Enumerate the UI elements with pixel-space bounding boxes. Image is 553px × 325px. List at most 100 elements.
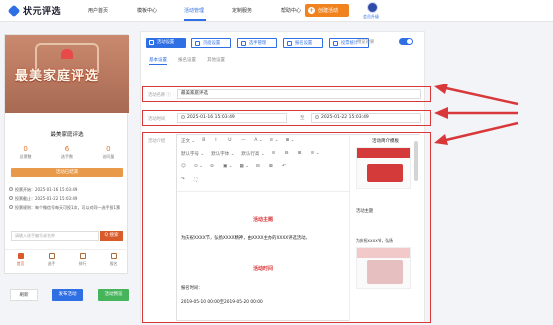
plus-icon: + bbox=[308, 7, 315, 14]
avatar[interactable] bbox=[367, 2, 378, 13]
emphasis-button[interactable]: ⊙ ⌄ bbox=[194, 164, 203, 169]
strikethrough-button[interactable]: — bbox=[241, 138, 247, 144]
clock-icon bbox=[9, 187, 13, 192]
stat-number: 6 bbox=[64, 145, 70, 153]
top-nav: 状元评选 用户首页 模板中心 活动管理 定制服务 帮助中心 + 创建活动 会员升… bbox=[0, 0, 553, 22]
emoji-button[interactable]: ☺ bbox=[181, 164, 187, 169]
end-time-input[interactable]: 2025-01-22 15:03:49 bbox=[311, 113, 421, 123]
toolbar-label: 页面设置 bbox=[203, 41, 221, 46]
image-button[interactable]: ▣ ⌄ bbox=[223, 164, 232, 169]
fullscreen-button[interactable]: ⛶ bbox=[194, 177, 200, 183]
paragraph-style-select[interactable]: 正文 ⌄ bbox=[181, 138, 195, 144]
italic-button[interactable]: I bbox=[215, 138, 221, 144]
member-upgrade-link[interactable]: 会员升级 bbox=[363, 14, 379, 20]
start-time-value: 2025-01-16 15:03:49 bbox=[187, 115, 235, 120]
tab-home[interactable]: 首页 bbox=[16, 253, 25, 273]
code-button[interactable]: ⊠ bbox=[269, 164, 275, 169]
tab-signup-settings[interactable]: 报名设置 bbox=[283, 38, 323, 48]
tab-contestant-manage[interactable]: 选手管理 bbox=[237, 38, 277, 48]
content-heading-time: 活动时间 bbox=[252, 266, 273, 272]
stat-label: 选手数 bbox=[60, 154, 73, 159]
toggle-knob bbox=[407, 39, 412, 44]
editor-content[interactable]: 活动主题 为庆祝XXXX节，弘扬XXXX精神，由XXXX主办的XXXX评选活动。… bbox=[177, 191, 349, 321]
editor-toolbar-row1: 正文 ⌄ B I U — A ⌄ ≡ ⌄ ⊞ ⌄ bbox=[181, 138, 294, 144]
preview-effect-label: 预览效果 bbox=[357, 40, 375, 45]
contestant-search-input[interactable]: 请输入选手编号或名称 bbox=[11, 231, 99, 241]
bold-button[interactable]: B bbox=[202, 138, 208, 144]
preview-effect-toggle[interactable] bbox=[399, 38, 413, 45]
template-thumb bbox=[357, 148, 410, 158]
table-button[interactable]: ⊞ ⌄ bbox=[285, 138, 294, 144]
clock-icon bbox=[181, 114, 185, 119]
date-separator: 至 bbox=[300, 116, 305, 121]
create-activity-label: 创建活动 bbox=[318, 8, 339, 14]
signup-icon bbox=[287, 41, 292, 46]
list-button[interactable]: ≡ bbox=[272, 151, 278, 157]
content-paragraph: 报名时间： bbox=[181, 286, 203, 291]
tab-page-settings[interactable]: 页面设置 bbox=[191, 38, 231, 48]
template-thumb bbox=[357, 248, 410, 258]
start-time-input[interactable]: 2025-01-16 15:03:49 bbox=[177, 113, 287, 123]
toolbar-label: 活动设置 bbox=[157, 40, 175, 45]
subtab-other[interactable]: 其他设置 bbox=[207, 57, 225, 65]
heart-icon bbox=[61, 49, 73, 59]
rich-text-editor[interactable]: 正文 ⌄ B I U — A ⌄ ≡ ⌄ ⊞ ⌄ 默认字号 ⌄ 默认字体 ⌄ 默… bbox=[176, 134, 420, 321]
nav-custom-service[interactable]: 定制服务 bbox=[232, 7, 252, 14]
subtab-signup[interactable]: 报名设置 bbox=[178, 57, 196, 65]
info-vote-start: 投票开始：2025-01-16 15:03:49 bbox=[9, 187, 77, 193]
toolbar-label: 选手管理 bbox=[249, 41, 267, 46]
align-button[interactable]: ≡ ⌄ bbox=[269, 138, 278, 144]
undo-button[interactable]: ↶ bbox=[282, 164, 288, 169]
publish-activity-button[interactable]: 发布活动 bbox=[52, 289, 83, 301]
activity-intro-label: 活动介绍 bbox=[148, 139, 166, 144]
nav-template-center[interactable]: 模板中心 bbox=[137, 7, 157, 14]
refresh-button[interactable]: 刷新 bbox=[10, 289, 38, 301]
video-button[interactable]: ▦ ⌄ bbox=[239, 164, 248, 169]
activity-name-input[interactable]: 最美家庭评选 bbox=[177, 89, 421, 99]
tab-contestants[interactable]: 选手 bbox=[47, 253, 56, 273]
tab-label: 首页 bbox=[16, 261, 25, 266]
intro-template-panel: 活动简介模板 活动主题 为庆祝XXXX节，弘扬 bbox=[349, 135, 420, 321]
tab-signup[interactable]: 报名 bbox=[109, 253, 118, 273]
tab-ranking[interactable]: 排行 bbox=[78, 253, 87, 273]
red-arrow-time bbox=[434, 107, 518, 119]
underline-button[interactable]: U bbox=[228, 138, 234, 144]
redo-button[interactable]: ↷ bbox=[181, 177, 187, 183]
template-scrollbar[interactable] bbox=[414, 141, 418, 181]
stat-number: 0 bbox=[23, 145, 28, 153]
template-card-text: 为庆祝XXXX节，弘扬 bbox=[356, 238, 393, 243]
template-card[interactable] bbox=[356, 147, 411, 189]
line-height-select[interactable]: 默认行高 ⌄ bbox=[241, 151, 264, 157]
insert-table-button[interactable]: ⊟ bbox=[256, 164, 262, 169]
info-text: 投票规则：每个微信号每天可投1次，可以对同一选手投1票 bbox=[15, 205, 121, 210]
link-button[interactable]: ⊘ bbox=[210, 164, 216, 169]
grid-button[interactable]: ⊞ bbox=[298, 151, 304, 157]
indent-button[interactable]: ⊟ bbox=[285, 151, 291, 157]
template-card[interactable] bbox=[356, 247, 411, 289]
font-size-select[interactable]: 默认字号 ⌄ bbox=[181, 151, 204, 157]
create-activity-button[interactable]: + 创建活动 bbox=[305, 4, 349, 17]
nav-help-center[interactable]: 帮助中心 bbox=[281, 7, 301, 14]
home-icon bbox=[17, 253, 24, 259]
toolbar-label: 投票统计 bbox=[341, 41, 359, 46]
stat-number: 0 bbox=[106, 145, 111, 153]
format-button[interactable]: ≡ ⌄ bbox=[311, 151, 320, 157]
nav-user-home[interactable]: 用户首页 bbox=[88, 7, 108, 14]
settings-icon bbox=[149, 40, 154, 45]
activity-preview-button[interactable]: 活动预览 bbox=[98, 289, 129, 301]
font-family-select[interactable]: 默认字体 ⌄ bbox=[211, 151, 234, 157]
page-icon bbox=[195, 41, 200, 46]
tab-label: 报名 bbox=[109, 261, 118, 266]
brand-logo[interactable]: 状元评选 bbox=[7, 4, 61, 17]
tab-label: 排行 bbox=[78, 261, 87, 266]
search-button[interactable]: Q 搜索 bbox=[100, 231, 123, 241]
info-vote-rule: 投票规则：每个微信号每天可投1次，可以对同一选手投1票 bbox=[9, 205, 125, 211]
template-label: 活动主题 bbox=[356, 209, 374, 214]
tab-label: 选手 bbox=[47, 261, 56, 266]
subtab-basic[interactable]: 基本设置 bbox=[149, 57, 167, 65]
editor-toolbar-row2: 默认字号 ⌄ 默认字体 ⌄ 默认行高 ⌄ ≡ ⊟ ⊞ ≡ ⌄ bbox=[181, 151, 320, 157]
tab-activity-settings[interactable]: 活动设置 bbox=[146, 38, 186, 48]
nav-activity-manage[interactable]: 活动管理 bbox=[184, 7, 204, 14]
editor-toolbar-row4: ↷ ⛶ bbox=[181, 177, 200, 183]
font-color-button[interactable]: A ⌄ bbox=[254, 138, 262, 144]
